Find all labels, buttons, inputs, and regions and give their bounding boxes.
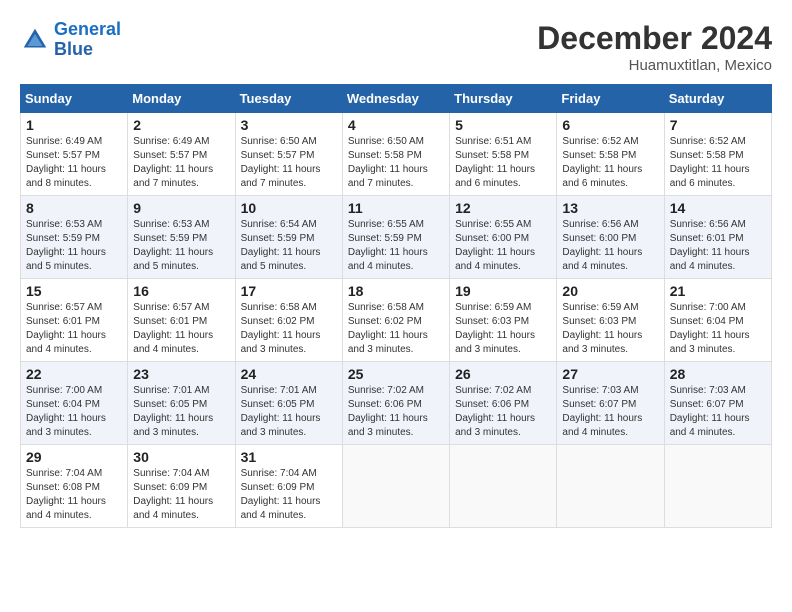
location: Huamuxtitlan, Mexico	[537, 57, 772, 74]
table-row: 14Sunrise: 6:56 AMSunset: 6:01 PMDayligh…	[664, 196, 771, 279]
table-row: 30Sunrise: 7:04 AMSunset: 6:09 PMDayligh…	[128, 445, 235, 528]
table-row: 11Sunrise: 6:55 AMSunset: 5:59 PMDayligh…	[342, 196, 449, 279]
table-row: 23Sunrise: 7:01 AMSunset: 6:05 PMDayligh…	[128, 362, 235, 445]
table-row: 6Sunrise: 6:52 AMSunset: 5:58 PMDaylight…	[557, 113, 664, 196]
table-row: 18Sunrise: 6:58 AMSunset: 6:02 PMDayligh…	[342, 279, 449, 362]
table-row: 2Sunrise: 6:49 AMSunset: 5:57 PMDaylight…	[128, 113, 235, 196]
table-row: 10Sunrise: 6:54 AMSunset: 5:59 PMDayligh…	[235, 196, 342, 279]
col-thursday: Thursday	[450, 85, 557, 113]
table-row	[557, 445, 664, 528]
col-tuesday: Tuesday	[235, 85, 342, 113]
table-row: 16Sunrise: 6:57 AMSunset: 6:01 PMDayligh…	[128, 279, 235, 362]
week-row: 8Sunrise: 6:53 AMSunset: 5:59 PMDaylight…	[21, 196, 772, 279]
table-row: 25Sunrise: 7:02 AMSunset: 6:06 PMDayligh…	[342, 362, 449, 445]
col-sunday: Sunday	[21, 85, 128, 113]
table-row: 19Sunrise: 6:59 AMSunset: 6:03 PMDayligh…	[450, 279, 557, 362]
logo-line2: Blue	[54, 39, 93, 59]
week-row: 1Sunrise: 6:49 AMSunset: 5:57 PMDaylight…	[21, 113, 772, 196]
title-block: December 2024 Huamuxtitlan, Mexico	[537, 20, 772, 74]
table-row: 22Sunrise: 7:00 AMSunset: 6:04 PMDayligh…	[21, 362, 128, 445]
logo: General Blue	[20, 20, 121, 60]
col-saturday: Saturday	[664, 85, 771, 113]
table-row: 24Sunrise: 7:01 AMSunset: 6:05 PMDayligh…	[235, 362, 342, 445]
col-monday: Monday	[128, 85, 235, 113]
logo-text: General Blue	[54, 20, 121, 60]
table-row: 8Sunrise: 6:53 AMSunset: 5:59 PMDaylight…	[21, 196, 128, 279]
table-row: 31Sunrise: 7:04 AMSunset: 6:09 PMDayligh…	[235, 445, 342, 528]
table-row: 17Sunrise: 6:58 AMSunset: 6:02 PMDayligh…	[235, 279, 342, 362]
col-wednesday: Wednesday	[342, 85, 449, 113]
table-row: 7Sunrise: 6:52 AMSunset: 5:58 PMDaylight…	[664, 113, 771, 196]
table-row: 26Sunrise: 7:02 AMSunset: 6:06 PMDayligh…	[450, 362, 557, 445]
table-row	[450, 445, 557, 528]
table-row: 9Sunrise: 6:53 AMSunset: 5:59 PMDaylight…	[128, 196, 235, 279]
logo-line1: General	[54, 19, 121, 39]
week-row: 22Sunrise: 7:00 AMSunset: 6:04 PMDayligh…	[21, 362, 772, 445]
table-row: 3Sunrise: 6:50 AMSunset: 5:57 PMDaylight…	[235, 113, 342, 196]
calendar-table: Sunday Monday Tuesday Wednesday Thursday…	[20, 84, 772, 528]
table-row: 28Sunrise: 7:03 AMSunset: 6:07 PMDayligh…	[664, 362, 771, 445]
table-row: 21Sunrise: 7:00 AMSunset: 6:04 PMDayligh…	[664, 279, 771, 362]
month-title: December 2024	[537, 20, 772, 57]
week-row: 29Sunrise: 7:04 AMSunset: 6:08 PMDayligh…	[21, 445, 772, 528]
table-row: 5Sunrise: 6:51 AMSunset: 5:58 PMDaylight…	[450, 113, 557, 196]
table-row: 15Sunrise: 6:57 AMSunset: 6:01 PMDayligh…	[21, 279, 128, 362]
table-row: 4Sunrise: 6:50 AMSunset: 5:58 PMDaylight…	[342, 113, 449, 196]
col-friday: Friday	[557, 85, 664, 113]
table-row: 29Sunrise: 7:04 AMSunset: 6:08 PMDayligh…	[21, 445, 128, 528]
header-row: Sunday Monday Tuesday Wednesday Thursday…	[21, 85, 772, 113]
table-row	[664, 445, 771, 528]
table-row: 1Sunrise: 6:49 AMSunset: 5:57 PMDaylight…	[21, 113, 128, 196]
table-row: 20Sunrise: 6:59 AMSunset: 6:03 PMDayligh…	[557, 279, 664, 362]
table-row: 12Sunrise: 6:55 AMSunset: 6:00 PMDayligh…	[450, 196, 557, 279]
table-row: 13Sunrise: 6:56 AMSunset: 6:00 PMDayligh…	[557, 196, 664, 279]
week-row: 15Sunrise: 6:57 AMSunset: 6:01 PMDayligh…	[21, 279, 772, 362]
page-header: General Blue December 2024 Huamuxtitlan,…	[20, 20, 772, 74]
logo-icon	[20, 25, 50, 55]
table-row: 27Sunrise: 7:03 AMSunset: 6:07 PMDayligh…	[557, 362, 664, 445]
table-row	[342, 445, 449, 528]
